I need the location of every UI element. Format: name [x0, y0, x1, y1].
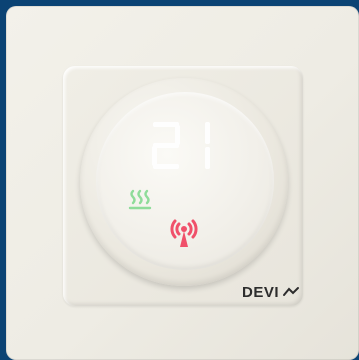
brand-name: DEVI — [242, 283, 280, 301]
heating-icon — [127, 188, 153, 212]
wireless-signal-icon — [163, 213, 205, 253]
seven-segment-digits — [152, 122, 210, 169]
brand-mark-icon — [283, 287, 300, 296]
brand-logo: DEVI — [242, 282, 300, 302]
temperature-display: 21 — [145, 116, 235, 176]
